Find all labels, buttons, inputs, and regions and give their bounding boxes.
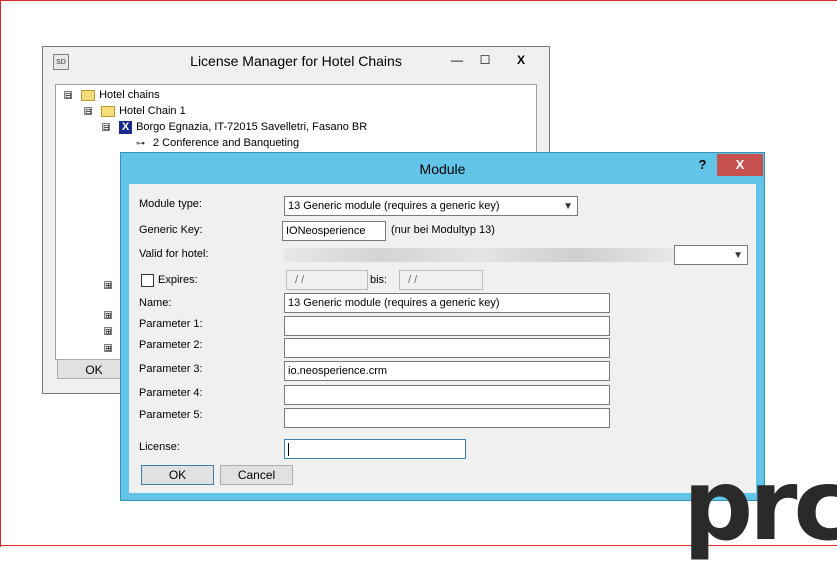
parameter-3-input[interactable]: io.neosperience.crm — [284, 361, 610, 381]
tree-item-label: Hotel chains — [99, 89, 160, 101]
expires-label: Expires: — [158, 274, 198, 286]
parameter-5-label: Parameter 5: — [139, 409, 203, 421]
network-icon: ⊶ — [136, 138, 145, 149]
parameter-5-input[interactable] — [284, 408, 610, 428]
expand-icon[interactable]: ⊞ — [104, 311, 112, 320]
ok-button[interactable]: OK — [141, 465, 214, 485]
module-type-select[interactable]: 13 Generic module (requires a generic ke… — [284, 196, 578, 216]
dialog-body: Module type: 13 Generic module (requires… — [129, 184, 756, 493]
collapse-icon[interactable]: ⊟ — [64, 91, 72, 100]
module-type-value: 13 Generic module (requires a generic ke… — [288, 200, 500, 212]
expires-checkbox[interactable] — [141, 274, 154, 287]
parameter-4-input[interactable] — [284, 385, 610, 405]
license-input[interactable] — [284, 439, 466, 459]
parameter-2-input[interactable] — [284, 338, 610, 358]
expand-icon[interactable]: ⊞ — [104, 281, 112, 290]
chevron-down-icon: ▼ — [733, 250, 743, 261]
tree-item-label: Hotel Chain 1 — [119, 105, 186, 117]
expand-icon[interactable]: ⊞ — [104, 344, 112, 353]
parameter-3-label: Parameter 3: — [139, 363, 203, 375]
parameter-1-input[interactable] — [284, 316, 610, 336]
cancel-button[interactable]: Cancel — [220, 465, 293, 485]
collapse-icon[interactable]: ⊟ — [102, 123, 110, 132]
bis-label: bis: — [370, 274, 388, 286]
close-button[interactable]: X — [505, 51, 537, 69]
collapse-icon[interactable]: ⊟ — [84, 107, 92, 116]
license-manager-titlebar[interactable]: SD License Manager for Hotel Chains — ☐ … — [43, 47, 549, 77]
hotel-icon: X — [119, 120, 133, 134]
expires-from-date: / / — [286, 270, 368, 290]
tree-item-hotel-chain-1[interactable]: ⊟ Hotel Chain 1 — [84, 103, 186, 119]
name-input[interactable]: 13 Generic module (requires a generic ke… — [284, 293, 610, 313]
module-dialog: Module ? X Module type: 13 Generic modul… — [120, 152, 765, 501]
tree-item-hotel[interactable]: ⊟ X Borgo Egnazia, IT-72015 Savelletri, F… — [102, 119, 367, 135]
valid-for-hotel-label: Valid for hotel: — [139, 248, 209, 260]
module-type-label: Module type: — [139, 198, 202, 210]
help-button[interactable]: ? — [688, 154, 717, 176]
logo-fragment: prc — [683, 449, 837, 563]
tree-item-module[interactable]: ⊶ 2 Conference and Banqueting — [136, 135, 299, 151]
text-caret — [288, 442, 289, 456]
tree-item-label: Borgo Egnazia, IT-72015 Savelletri, Fasa… — [136, 121, 368, 133]
tree-item-label: 2 Conference and Banqueting — [153, 137, 300, 149]
parameter-4-label: Parameter 4: — [139, 387, 203, 399]
folder-icon — [81, 89, 96, 101]
minimize-button[interactable]: — — [445, 51, 469, 69]
hotel-select-blurred-value — [284, 248, 674, 262]
tree-item-hotel-chains[interactable]: ⊟ Hotel chains — [64, 87, 160, 103]
name-label: Name: — [139, 297, 172, 309]
hotel-select[interactable]: ▼ — [674, 245, 748, 265]
parameter-2-label: Parameter 2: — [139, 339, 203, 351]
maximize-button[interactable]: ☐ — [473, 51, 497, 69]
expand-icon[interactable]: ⊞ — [104, 327, 112, 336]
parameter-1-label: Parameter 1: — [139, 318, 203, 330]
generic-key-hint: (nur bei Modultyp 13) — [391, 224, 495, 236]
license-label: License: — [139, 441, 180, 453]
frame-top-line — [0, 0, 837, 1]
generic-key-label: Generic Key: — [139, 224, 203, 236]
expires-to-date: / / — [399, 270, 483, 290]
dialog-title: Module — [419, 161, 466, 177]
chevron-down-icon: ▼ — [563, 201, 573, 212]
folder-icon — [101, 105, 116, 117]
dialog-close-button[interactable]: X — [717, 154, 763, 176]
frame-left-line — [0, 0, 1, 547]
generic-key-input[interactable]: IONeosperience — [282, 221, 386, 241]
